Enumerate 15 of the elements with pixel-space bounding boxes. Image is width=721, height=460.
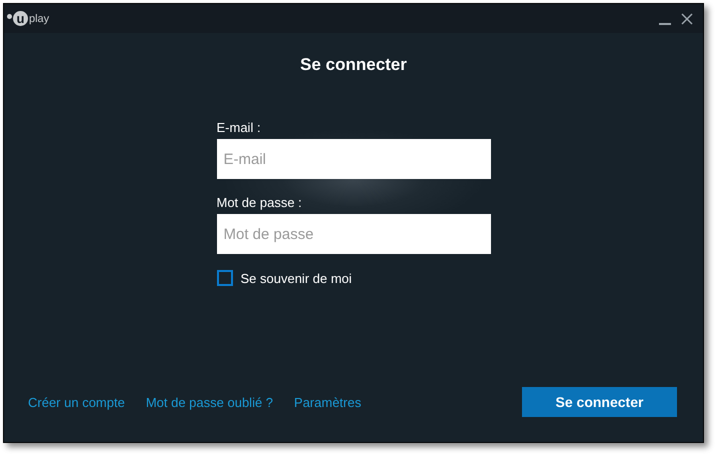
- input-field[interactable]: E-mail: [216, 139, 490, 179]
- login-button[interactable]: Se connecter: [522, 387, 677, 417]
- logo-mark: u: [13, 11, 28, 26]
- checkbox[interactable]: [216, 270, 232, 286]
- logo-text: play: [29, 12, 50, 24]
- dialog-title: Se connecter: [300, 55, 407, 75]
- field-label: Mot de passe :: [216, 195, 303, 210]
- footer-link[interactable]: Créer un compte: [28, 394, 125, 410]
- footer-link[interactable]: Paramètres: [294, 394, 362, 410]
- field-label: E-mail :: [216, 120, 262, 135]
- dot-icon: [7, 14, 12, 19]
- checkbox-label: Se souvenir de moi: [240, 270, 352, 286]
- input-field[interactable]: Mot de passe: [216, 214, 490, 254]
- close-icon[interactable]: [681, 12, 693, 24]
- footer-link[interactable]: Mot de passe oublié ?: [146, 394, 274, 410]
